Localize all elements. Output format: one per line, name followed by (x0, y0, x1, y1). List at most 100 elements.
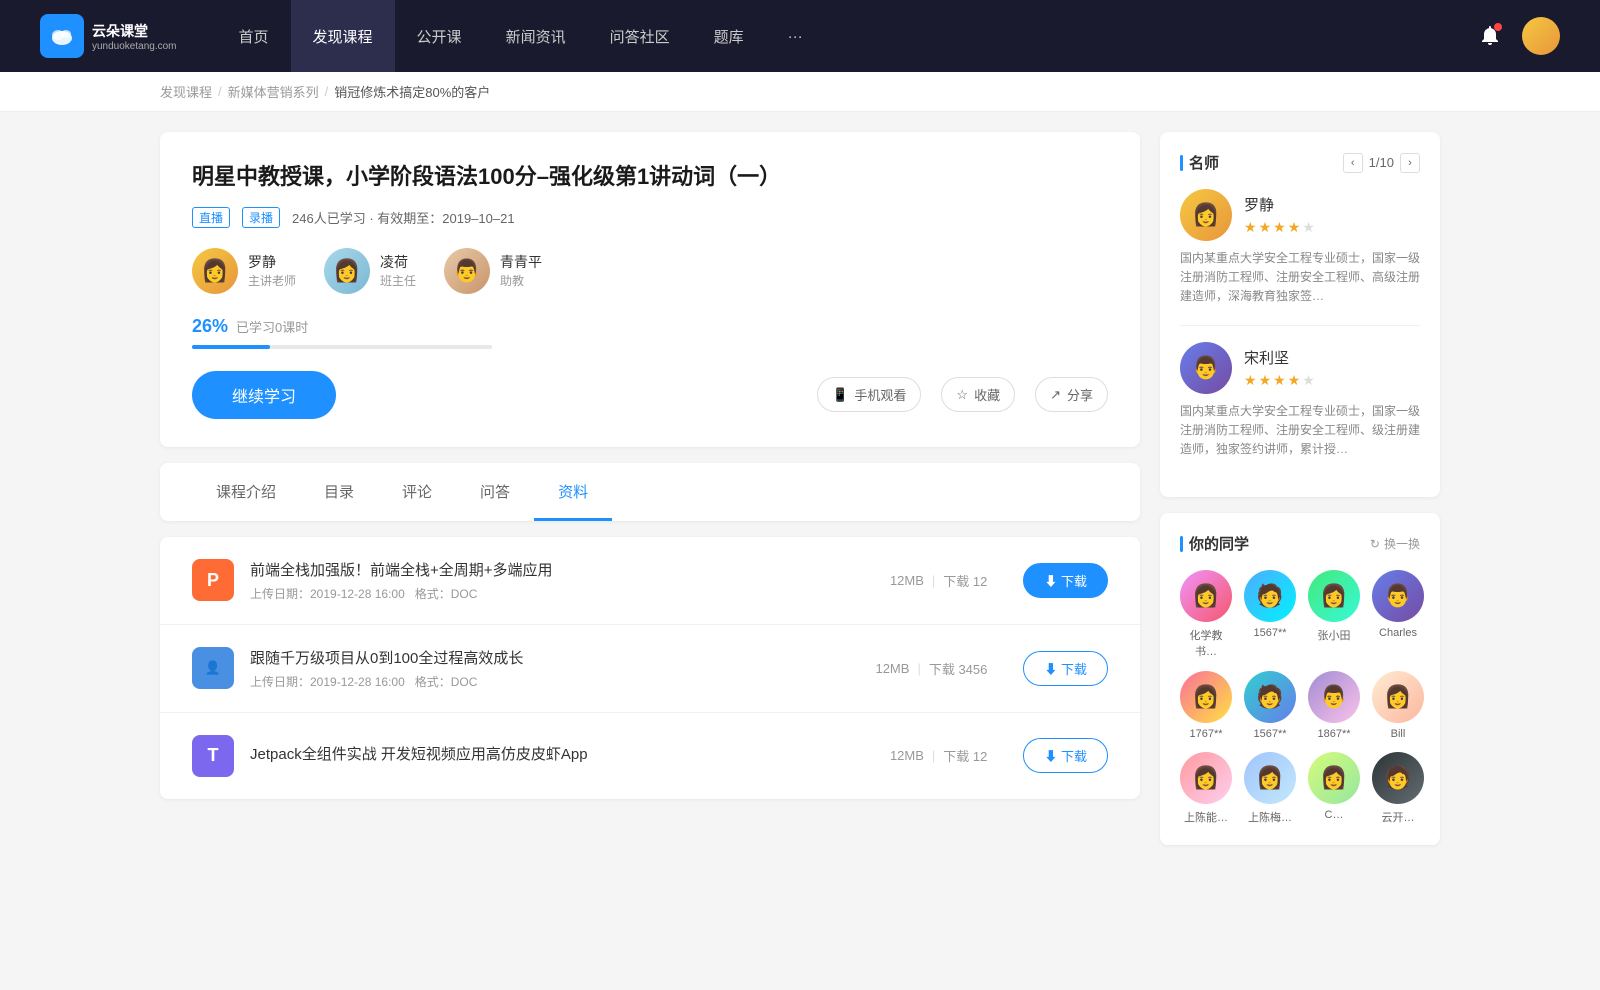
resource-item-0: P 前端全栈加强版！前端全栈+全周期+多端应用 上传日期：2019-12-28 … (160, 537, 1140, 625)
classmate-9: 👩 上陈梅… (1244, 752, 1296, 825)
classmate-name-3: Charles (1379, 627, 1417, 639)
resource-item-1: 👤 跟随千万级项目从0到100全过程高效成长 上传日期：2019-12-28 1… (160, 625, 1140, 713)
progress-bar-fill (192, 345, 270, 349)
teachers-list: 👩 罗静 主讲老师 👩 凌荷 班主任 (192, 248, 1108, 294)
tab-qa[interactable]: 问答 (456, 463, 534, 521)
classmate-2: 👩 张小田 (1308, 570, 1360, 659)
breadcrumb-discover[interactable]: 发现课程 (160, 82, 212, 101)
logo[interactable]: 云朵课堂 yunduoketang.com (40, 14, 177, 58)
favorite-button[interactable]: ☆ 收藏 (941, 377, 1015, 412)
refresh-classmates-btn[interactable]: ↻ 换一换 (1370, 535, 1420, 552)
classmate-10: 👩 C… (1308, 752, 1360, 825)
tag-record: 录播 (242, 207, 280, 228)
breadcrumb-current: 销冠修炼术搞定80%的客户 (334, 82, 490, 101)
tab-review[interactable]: 评论 (378, 463, 456, 521)
content-area: 明星中教授课，小学阶段语法100分–强化级第1讲动词（一） 直播 录播 246人… (160, 132, 1140, 861)
share-icon: ↗ (1050, 387, 1061, 403)
teacher-luojing: 👩 罗静 主讲老师 (192, 248, 296, 294)
tab-catalog[interactable]: 目录 (300, 463, 378, 521)
teacher-avatar-qingqingping: 👨 (444, 248, 490, 294)
classmates-grid: 👩 化学教书… 🧑 1567** 👩 张小田 👨 Charles 👩 (1180, 570, 1420, 825)
action-buttons: 📱 手机观看 ☆ 收藏 ↗ 分享 (817, 377, 1108, 412)
course-title: 明星中教授课，小学阶段语法100分–强化级第1讲动词（一） (192, 162, 1108, 193)
teacher-avatar-linhe: 👩 (324, 248, 370, 294)
progress-percent: 26% (192, 316, 228, 337)
teacher-name-luojing: 罗静 (248, 252, 296, 272)
resource-info-0: 前端全栈加强版！前端全栈+全周期+多端应用 上传日期：2019-12-28 16… (250, 559, 874, 602)
classmates-title: 你的同学 (1180, 533, 1249, 554)
download-button-2[interactable]: ⬇ 下载 (1023, 738, 1108, 773)
teacher-qingqingping: 👨 青青平 助教 (444, 248, 542, 294)
download-button-0[interactable]: ⬇ 下载 (1023, 563, 1108, 598)
notification-bell[interactable] (1478, 23, 1502, 50)
prev-page-btn[interactable]: ‹ (1343, 153, 1363, 173)
breadcrumb-series[interactable]: 新媒体营销系列 (228, 82, 319, 101)
sidebar-teacher-stars-0: ★ ★ ★ ★ ★ (1244, 219, 1315, 236)
nav-public[interactable]: 公开课 (395, 0, 484, 72)
progress-section: 26% 已学习0课时 (192, 316, 1108, 349)
resource-info-2: Jetpack全组件实战 开发短视频应用高仿皮皮虾App (250, 743, 874, 769)
download-button-1[interactable]: ⬇ 下载 (1023, 651, 1108, 686)
resource-name-0: 前端全栈加强版！前端全栈+全周期+多端应用 (250, 559, 874, 580)
resource-stats-2: 12MB | 下载 12 (890, 746, 987, 765)
classmate-name-9: 上陈梅… (1248, 809, 1292, 825)
course-card: 明星中教授课，小学阶段语法100分–强化级第1讲动词（一） 直播 录播 246人… (160, 132, 1140, 447)
nav-more[interactable]: ··· (766, 0, 825, 72)
resource-stats-1: 12MB | 下载 3456 (875, 659, 987, 678)
sidebar: 名师 ‹ 1/10 › 👩 罗静 (1160, 132, 1440, 861)
tabs-card: 课程介绍 目录 评论 问答 资料 (160, 463, 1140, 521)
nav-qa[interactable]: 问答社区 (588, 0, 692, 72)
tag-live: 直播 (192, 207, 230, 228)
classmate-0: 👩 化学教书… (1180, 570, 1232, 659)
sidebar-teacher-desc-1: 国内某重点大学安全工程专业硕士，国家一级注册消防工程师、注册安全工程师、级注册建… (1180, 402, 1420, 460)
teacher-name-linhe: 凌荷 (380, 252, 416, 272)
navbar: 云朵课堂 yunduoketang.com 首页 发现课程 公开课 新闻资讯 问… (0, 0, 1600, 72)
teacher-role-luojing: 主讲老师 (248, 272, 296, 289)
next-page-btn[interactable]: › (1400, 153, 1420, 173)
resource-info-1: 跟随千万级项目从0到100全过程高效成长 上传日期：2019-12-28 16:… (250, 647, 859, 690)
nav-home[interactable]: 首页 (217, 0, 291, 72)
classmate-3: 👨 Charles (1372, 570, 1424, 659)
teachers-pagination: ‹ 1/10 › (1343, 153, 1420, 173)
classmate-name-0: 化学教书… (1180, 627, 1232, 659)
mobile-watch-button[interactable]: 📱 手机观看 (817, 377, 921, 412)
tabs: 课程介绍 目录 评论 问答 资料 (192, 463, 1108, 521)
nav-quiz[interactable]: 题库 (692, 0, 766, 72)
user-avatar[interactable] (1522, 17, 1560, 55)
sidebar-avatar-0: 👩 (1180, 189, 1232, 241)
sidebar-teacher-desc-0: 国内某重点大学安全工程专业硕士，国家一级注册消防工程师、注册安全工程师、高级注册… (1180, 249, 1420, 307)
classmate-5: 🧑 1567** (1244, 671, 1296, 740)
classmate-name-2: 张小田 (1318, 627, 1351, 643)
classmate-4: 👩 1767** (1180, 671, 1232, 740)
resource-item-2: T Jetpack全组件实战 开发短视频应用高仿皮皮虾App 12MB | 下载… (160, 713, 1140, 799)
star-icon: ☆ (956, 387, 968, 403)
teacher-avatar-luojing: 👩 (192, 248, 238, 294)
resource-icon-0: P (192, 559, 234, 601)
course-meta-text: 246人已学习 · 有效期至：2019–10–21 (292, 208, 515, 227)
resource-meta-1: 上传日期：2019-12-28 16:00 格式：DOC (250, 673, 859, 690)
nav-news[interactable]: 新闻资讯 (484, 0, 588, 72)
resource-stats-0: 12MB | 下载 12 (890, 571, 987, 590)
classmate-6: 👨 1867** (1308, 671, 1360, 740)
classmate-name-6: 1867** (1317, 728, 1350, 740)
teacher-role-qingqingping: 助教 (500, 272, 542, 289)
notification-dot (1494, 23, 1502, 31)
resource-icon-1: 👤 (192, 647, 234, 689)
sidebar-teacher-name-0: 罗静 (1244, 194, 1315, 215)
teacher-linhe: 👩 凌荷 班主任 (324, 248, 416, 294)
classmate-name-4: 1767** (1189, 728, 1222, 740)
tab-resources[interactable]: 资料 (534, 463, 612, 521)
classmate-8: 👩 上陈能… (1180, 752, 1232, 825)
sidebar-teacher-0: 👩 罗静 ★ ★ ★ ★ ★ 国内某重点大学安全工程专业硕士，国家一级注册消防工… (1180, 189, 1420, 307)
refresh-icon: ↻ (1370, 537, 1380, 551)
teachers-sidebar-card: 名师 ‹ 1/10 › 👩 罗静 (1160, 132, 1440, 497)
tab-intro[interactable]: 课程介绍 (192, 463, 300, 521)
share-button[interactable]: ↗ 分享 (1035, 377, 1108, 412)
continue-button[interactable]: 继续学习 (192, 371, 336, 419)
classmate-7: 👩 Bill (1372, 671, 1424, 740)
classmates-card: 你的同学 ↻ 换一换 👩 化学教书… 🧑 1567** 👩 张小田 (1160, 513, 1440, 845)
classmate-name-5: 1567** (1253, 728, 1286, 740)
classmate-name-8: 上陈能… (1184, 809, 1228, 825)
sidebar-teacher-name-1: 宋利坚 (1244, 347, 1315, 368)
nav-discover[interactable]: 发现课程 (291, 0, 395, 72)
